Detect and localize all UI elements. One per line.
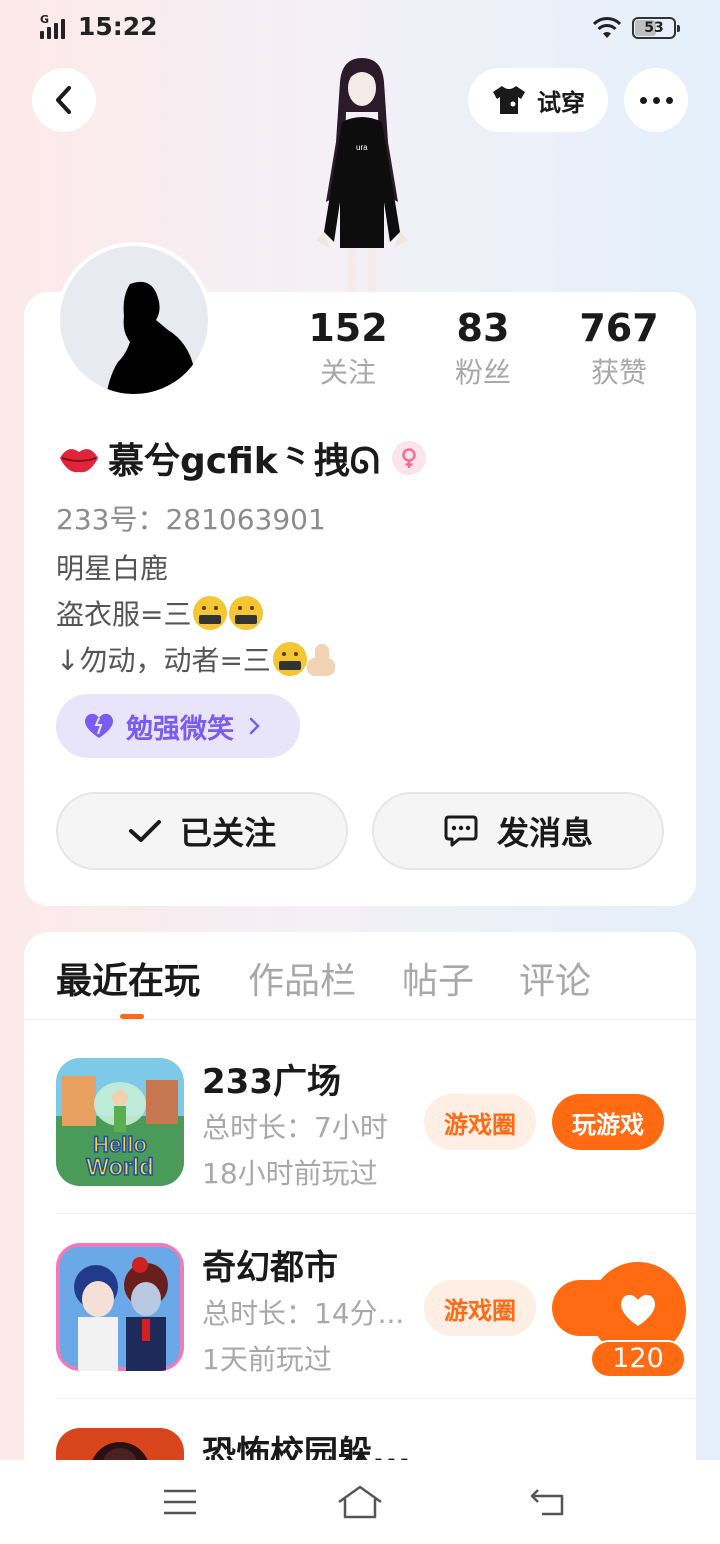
- game-title[interactable]: 233广场: [202, 1054, 341, 1103]
- return-icon: [530, 1489, 564, 1516]
- game-icon-233-plaza[interactable]: Hello World: [56, 1058, 184, 1186]
- back-arrow-icon: [56, 86, 71, 114]
- home-icon: [338, 1485, 382, 1519]
- play-game-button[interactable]: 玩游戏: [552, 1094, 664, 1150]
- bio: 明星白鹿 盗衣服=三 ↓勿动，动者=三: [56, 546, 335, 684]
- following-count: 152: [308, 306, 388, 350]
- like-count: 120: [590, 1340, 686, 1378]
- bio-line: 明星白鹿: [56, 552, 169, 585]
- menu-icon: [164, 1489, 196, 1515]
- game-circle-button[interactable]: 游戏圈: [424, 1094, 536, 1150]
- female-gender-icon: [391, 441, 426, 475]
- game-play-duration: 总时长：14分...: [202, 1297, 405, 1330]
- likes-label: 获赞: [590, 356, 647, 389]
- avatar-character-figure: ura: [316, 58, 408, 292]
- zipper-mouth-emoji-icon: [272, 642, 307, 676]
- signal-icon: G: [40, 13, 72, 39]
- bio-line: ↓勿动，动者=三: [56, 644, 271, 677]
- chevron-right-icon: [249, 717, 260, 735]
- svg-text:World: World: [86, 1154, 154, 1181]
- game-title[interactable]: 奇幻都市: [202, 1240, 338, 1289]
- svg-text:ura: ura: [356, 143, 368, 152]
- followers-count: 83: [456, 306, 510, 350]
- back-nav-button[interactable]: [518, 1480, 578, 1524]
- following-label: 关注: [319, 356, 376, 389]
- profile-name: 慕兮gcfik⺀拽ᘏ: [108, 441, 380, 482]
- heart-icon: [84, 713, 114, 738]
- message-label: 发消息: [496, 814, 593, 852]
- menu-button[interactable]: [150, 1480, 210, 1524]
- tshirt-icon: [493, 86, 525, 114]
- row-divider: [56, 1398, 696, 1399]
- back-button[interactable]: [32, 68, 96, 132]
- name-row: 慕兮gcfik⺀拽ᘏ: [56, 432, 426, 484]
- stat-followers[interactable]: 83 粉丝: [428, 306, 538, 390]
- mood-status-button[interactable]: 勉强微笑: [56, 694, 300, 758]
- game-last-played: 18小时前玩过: [202, 1157, 378, 1190]
- try-on-button[interactable]: 试穿: [468, 68, 608, 132]
- stat-likes[interactable]: 767 获赞: [564, 306, 674, 390]
- lips-icon: [60, 449, 98, 473]
- follow-label: 已关注: [179, 814, 276, 852]
- row-divider: [56, 1213, 696, 1214]
- likes-count: 767: [579, 306, 659, 350]
- wifi-icon: [592, 17, 622, 38]
- check-icon: [128, 820, 161, 842]
- chat-bubble-icon: [444, 815, 478, 847]
- stat-following[interactable]: 152 关注: [293, 306, 403, 390]
- heart-icon: [620, 1294, 656, 1326]
- bio-line: 盗衣服=三: [56, 598, 192, 631]
- tab-comments[interactable]: 评论: [519, 952, 591, 1004]
- user-id: 233号：281063901: [56, 503, 326, 536]
- status-bar: G 15:22 53: [0, 0, 720, 58]
- tab-works[interactable]: 作品栏: [248, 952, 356, 1004]
- game-circle-button[interactable]: 游戏圈: [424, 1280, 536, 1336]
- home-button[interactable]: [330, 1480, 390, 1524]
- game-last-played: 1天前玩过: [202, 1343, 332, 1376]
- zipper-mouth-emoji-icon: [229, 596, 264, 630]
- mood-label: 勉强微笑: [126, 713, 234, 745]
- more-options-button[interactable]: [624, 68, 688, 132]
- battery-icon: 53: [632, 17, 680, 39]
- tab-posts[interactable]: 帖子: [402, 952, 474, 1004]
- game-icon-fantasy-city[interactable]: [56, 1243, 184, 1371]
- game-play-duration: 总时长：7小时: [202, 1111, 388, 1144]
- more-icon: [639, 96, 647, 104]
- message-button[interactable]: 发消息: [372, 792, 664, 870]
- pointing-up-emoji-icon: [306, 644, 335, 676]
- zipper-mouth-emoji-icon: [193, 596, 228, 630]
- clock: 15:22: [78, 12, 158, 41]
- try-on-label: 试穿: [537, 88, 585, 117]
- followers-label: 粉丝: [454, 356, 511, 389]
- avatar[interactable]: [56, 242, 212, 398]
- avatar-silhouette: [106, 281, 200, 394]
- tabs-divider: [24, 1019, 696, 1020]
- follow-button[interactable]: 已关注: [56, 792, 348, 870]
- system-nav-bar: [0, 1460, 720, 1544]
- tab-recently-played[interactable]: 最近在玩: [56, 952, 200, 1004]
